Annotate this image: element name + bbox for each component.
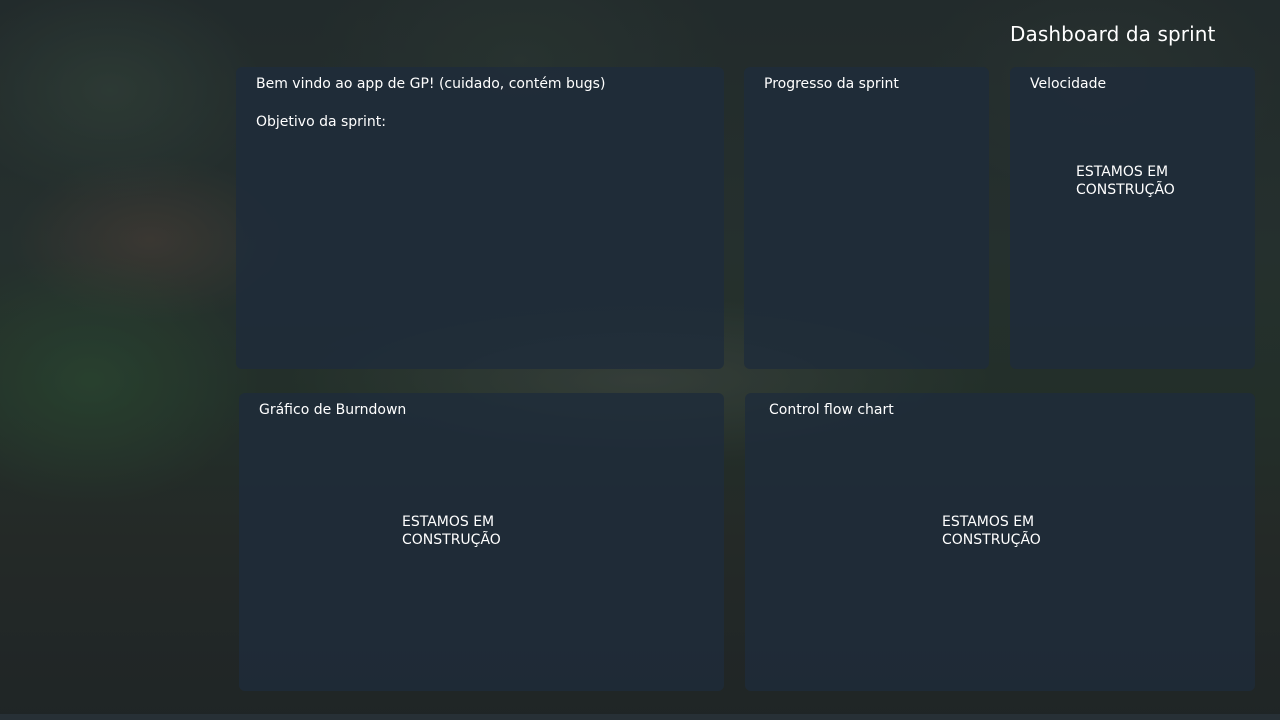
under-construction-line-2: CONSTRUÇÃO xyxy=(402,532,501,548)
sprint-progress-tile[interactable]: Progresso da sprint xyxy=(744,67,989,369)
welcome-tile-title: Bem vindo ao app de GP! (cuidado, contém… xyxy=(256,76,606,92)
under-construction-line-1: ESTAMOS EM xyxy=(402,514,495,530)
control-flow-chart-tile[interactable]: Control flow chart ESTAMOS EM CONSTRUÇÃO xyxy=(745,393,1255,691)
velocity-tile-title: Velocidade xyxy=(1030,76,1107,92)
burndown-chart-tile[interactable]: Gráfico de Burndown ESTAMOS EM CONSTRUÇÃ… xyxy=(239,393,724,691)
burndown-chart-tile-title: Gráfico de Burndown xyxy=(259,402,407,418)
under-construction-line-1: ESTAMOS EM xyxy=(942,514,1035,530)
under-construction-line-1: ESTAMOS EM xyxy=(1076,164,1169,180)
sprint-goal-label: Objetivo da sprint: xyxy=(256,114,386,130)
bottom-edge xyxy=(0,714,1280,720)
page-title: Dashboard da sprint xyxy=(1010,22,1216,46)
under-construction-line-2: CONSTRUÇÃO xyxy=(1076,182,1175,198)
burndown-under-construction-text: ESTAMOS EM CONSTRUÇÃO xyxy=(402,513,501,549)
dashboard-app: Dashboard da sprint Bem vindo ao app de … xyxy=(0,0,1280,720)
under-construction-line-2: CONSTRUÇÃO xyxy=(942,532,1041,548)
sprint-progress-tile-title: Progresso da sprint xyxy=(764,76,899,92)
velocity-under-construction-text: ESTAMOS EM CONSTRUÇÃO xyxy=(1076,163,1175,199)
velocity-tile[interactable]: Velocidade ESTAMOS EM CONSTRUÇÃO xyxy=(1010,67,1255,369)
welcome-tile[interactable]: Bem vindo ao app de GP! (cuidado, contém… xyxy=(236,67,724,369)
control-flow-chart-tile-title: Control flow chart xyxy=(769,402,894,418)
control-flow-under-construction-text: ESTAMOS EM CONSTRUÇÃO xyxy=(942,513,1041,549)
